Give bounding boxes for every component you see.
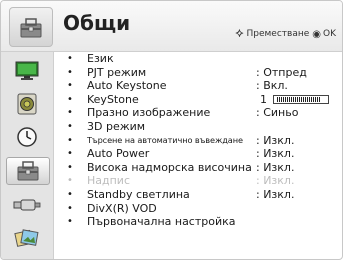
clock-icon [17, 127, 37, 147]
menu-item-value: : Синьо [256, 106, 299, 120]
bullet-icon: • [67, 202, 73, 214]
menu-item-value: : Изкл. [256, 174, 295, 188]
menu-item-value: : Изкл. [256, 187, 295, 201]
bullet-icon: • [67, 161, 73, 173]
bullet-icon: • [67, 66, 73, 78]
general-settings-icon [17, 161, 39, 181]
menu-item-value: : Вкл. [256, 79, 288, 93]
bullet-icon: • [67, 216, 73, 228]
general-settings-icon [9, 7, 53, 47]
menu-item-value: : Отпред [256, 65, 307, 79]
input-icon [13, 199, 41, 211]
settings-window: Общи ⯎ Преместване ◉ OK • Език • PJT реж… [0, 0, 343, 260]
my-media-icon [14, 229, 39, 247]
header-bar: Общи ⯎ Преместване ◉ OK [1, 1, 342, 52]
menu-item-auto-input-search[interactable]: • Търсене на автоматично въвеждане : Изк… [63, 134, 338, 148]
menu-item-caption: • Надпис : Изкл. [67, 174, 295, 188]
menu-item-standby-light[interactable]: • Standby светлина : Изкл. [63, 188, 338, 202]
picture-icon [15, 61, 39, 80]
bullet-icon: • [67, 53, 73, 64]
move-arrows-icon: ⯎ [235, 27, 244, 40]
menu-item-auto-keystone[interactable]: • Auto Keystone : Вкл. [63, 79, 338, 93]
bullet-icon: • [67, 80, 73, 92]
menu-item-auto-power[interactable]: • Auto Power : Изкл. [63, 147, 338, 161]
sidebar-item-my-media[interactable] [7, 225, 47, 251]
settings-menu-list: • Език • PJT режим : Отпред • Auto Keyst… [63, 52, 338, 229]
hint-move-label: Преместване [246, 29, 310, 39]
bullet-icon: • [67, 107, 73, 119]
bullet-icon: • [67, 93, 73, 105]
bullet-icon: • [67, 188, 73, 200]
bullet-icon: • [67, 134, 73, 146]
navigation-hint: ⯎ Преместване ◉ OK [236, 27, 336, 41]
category-sidebar [1, 52, 54, 259]
bullet-icon: • [67, 148, 73, 160]
sidebar-item-input[interactable] [7, 192, 47, 218]
bullet-icon: • [67, 120, 73, 132]
menu-item-value: : Изкл. [256, 147, 295, 161]
menu-item-initial-setup[interactable]: • Първоначална настройка [63, 215, 338, 229]
audio-icon [17, 93, 37, 115]
sidebar-item-picture[interactable] [7, 58, 47, 84]
menu-item-high-altitude[interactable]: • Висока надморска височина : Изкл. [63, 161, 338, 175]
bullet-icon: • [67, 175, 73, 187]
hint-ok-label: OK [323, 29, 336, 39]
menu-item-value: : Изкл. [256, 160, 295, 174]
menu-item-language[interactable]: • Език [63, 52, 338, 66]
ok-button-icon: ◉ [312, 28, 321, 40]
keystone-slider[interactable] [273, 94, 329, 104]
menu-item-blank-image[interactable]: • Празно изображение : Синьо [63, 106, 338, 120]
menu-item-pjt-mode[interactable]: • PJT режим : Отпред [63, 66, 338, 80]
sidebar-item-audio[interactable] [7, 91, 47, 117]
sidebar-item-time[interactable] [7, 124, 47, 150]
sidebar-item-general[interactable] [6, 157, 50, 185]
menu-item-3d-mode[interactable]: • 3D режим [63, 120, 338, 134]
keystone-slider-fill [277, 96, 321, 102]
menu-item-divx-vod[interactable]: • DivX(R) VOD [63, 202, 338, 216]
page-title: Общи [63, 11, 131, 35]
menu-item-value: : Изкл. [256, 133, 295, 147]
menu-item-keystone[interactable]: • KeyStone 1 [63, 93, 338, 107]
keystone-value: 1 [260, 92, 267, 106]
